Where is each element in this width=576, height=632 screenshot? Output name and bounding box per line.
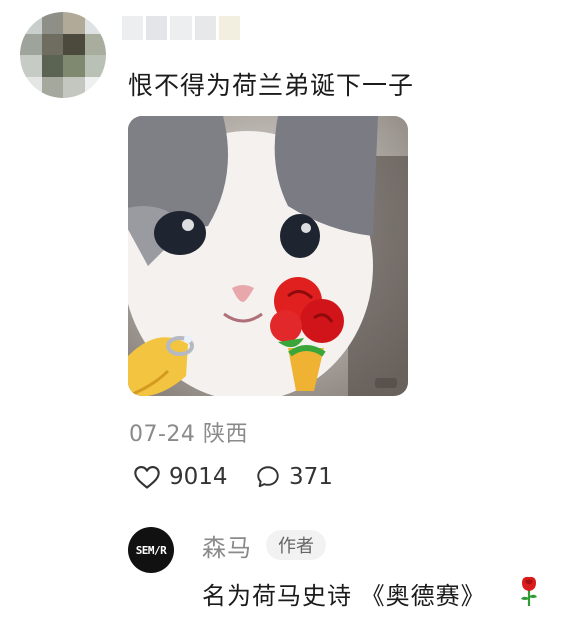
author-avatar[interactable]: SEM/R [128, 527, 174, 573]
author-badge: 作者 [266, 530, 326, 560]
commenter-name-redacted[interactable] [122, 10, 241, 44]
speech-bubble-icon [257, 466, 279, 488]
comment-image[interactable] [128, 116, 408, 396]
comment-text: 恨不得为荷兰弟诞下一子 [128, 71, 415, 100]
comment-date: 07-24 [129, 422, 196, 447]
reply-count: 371 [289, 464, 333, 490]
like-count: 9014 [169, 464, 228, 490]
reply-button[interactable]: 371 [255, 460, 333, 494]
heart-outline-icon [134, 466, 160, 489]
commenter-avatar[interactable] [20, 12, 106, 98]
rose-icon [521, 576, 537, 606]
reply-text: 名为荷马史诗 《奥德赛》 [202, 582, 486, 610]
comment-meta: 07-24 陕西 [129, 416, 248, 448]
author-name[interactable]: 森马 [202, 528, 252, 563]
like-button[interactable]: 9014 [133, 460, 228, 494]
comment-location: 陕西 [202, 422, 248, 447]
